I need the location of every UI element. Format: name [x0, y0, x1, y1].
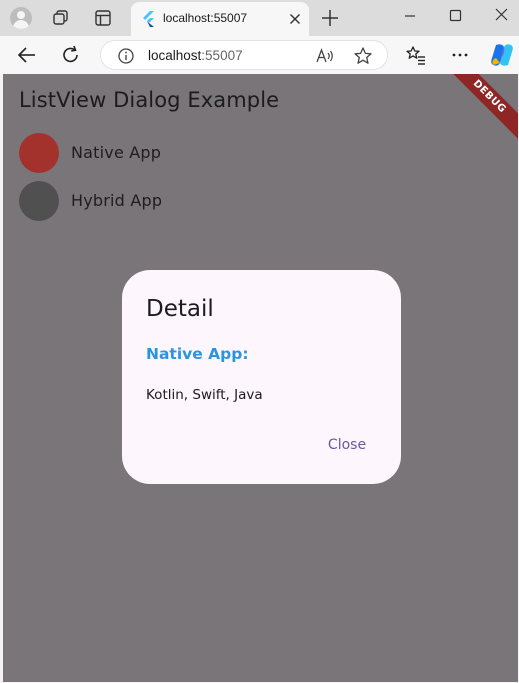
close-window-button[interactable] — [488, 5, 514, 27]
close-tab-icon[interactable] — [287, 11, 303, 27]
maximize-button[interactable] — [442, 5, 468, 27]
browser-title-bar: localhost:55007 — [0, 0, 519, 36]
star-icon[interactable] — [353, 46, 373, 66]
flutter-icon — [141, 11, 155, 27]
favorites-icon[interactable] — [405, 44, 427, 66]
new-tab-button[interactable] — [320, 8, 340, 28]
avatar — [19, 133, 59, 173]
refresh-icon[interactable] — [60, 44, 82, 66]
app-bar-title: ListView Dialog Example — [19, 88, 280, 112]
tab-title: localhost:55007 — [163, 11, 248, 25]
url-text[interactable]: localhost:55007 — [148, 48, 243, 63]
copilot-icon[interactable] — [488, 41, 516, 69]
browser-toolbar: localhost:55007 — [0, 36, 519, 74]
dialog-subtitle: Native App: — [146, 345, 249, 363]
back-arrow-icon[interactable] — [16, 44, 38, 66]
minimize-button[interactable] — [397, 5, 423, 27]
close-button[interactable]: Close — [316, 429, 378, 461]
list-item-label: Native App — [71, 143, 162, 162]
list-item-label: Hybrid App — [71, 191, 163, 210]
list-item[interactable]: Hybrid App — [19, 181, 319, 221]
list-item[interactable]: Native App — [19, 133, 319, 173]
dialog-body-text: Kotlin, Swift, Java — [146, 387, 263, 403]
avatar — [19, 181, 59, 221]
profile-icon[interactable] — [10, 7, 32, 29]
read-aloud-icon[interactable] — [315, 47, 335, 65]
browser-tab[interactable]: localhost:55007 — [131, 2, 309, 36]
info-icon[interactable] — [117, 47, 135, 65]
debug-banner: DEBUG — [443, 74, 518, 143]
workspaces-icon[interactable] — [51, 8, 71, 28]
page-viewport: ListView Dialog Example Native App Hybri… — [3, 74, 518, 682]
address-bar[interactable]: localhost:55007 — [100, 40, 388, 70]
vertical-tabs-icon[interactable] — [93, 8, 113, 28]
more-icon[interactable] — [449, 44, 471, 66]
detail-dialog: Detail Native App: Kotlin, Swift, Java C… — [122, 270, 401, 484]
dialog-title: Detail — [146, 296, 214, 322]
